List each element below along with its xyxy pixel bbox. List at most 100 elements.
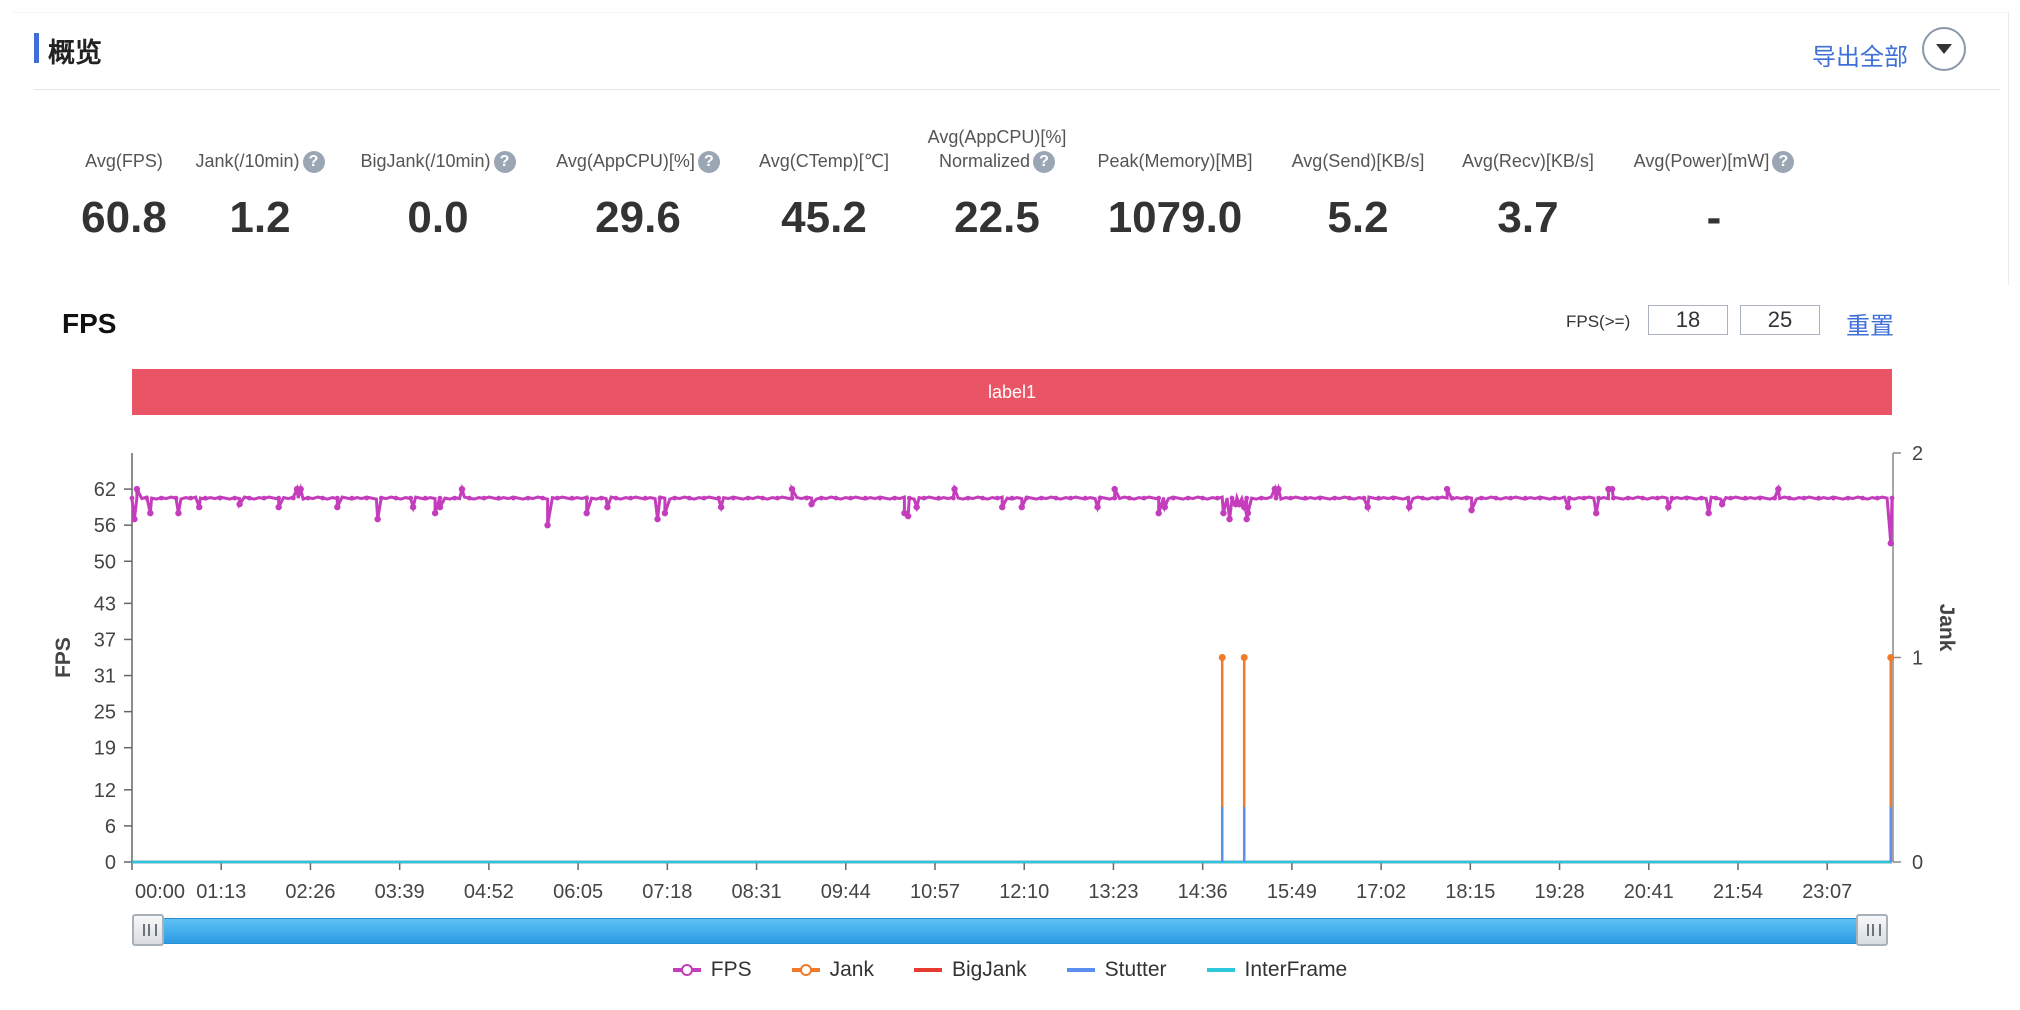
- metric-label: Avg(Power)[mW]: [1633, 151, 1770, 171]
- fps-point: [544, 521, 551, 529]
- zoom-slider-left-handle[interactable]: [132, 914, 164, 946]
- overview-panel: 概览 导出全部 Avg(FPS) 60.8 Jank(/10min)? 1.2 …: [12, 12, 2009, 285]
- fps-point: [1845, 495, 1851, 501]
- help-icon[interactable]: ?: [697, 151, 720, 173]
- fps-point: [1288, 495, 1294, 501]
- fps-point: [584, 495, 590, 501]
- y2-tick-label: 1: [1912, 648, 1923, 670]
- legend-swatch: [1206, 968, 1235, 972]
- fps-point: [1097, 495, 1103, 501]
- legend-swatch: [672, 964, 701, 976]
- legend-item-fps[interactable]: FPS: [672, 958, 752, 982]
- fps-point: [774, 495, 780, 501]
- legend-item-bigjank[interactable]: BigJank: [913, 958, 1027, 982]
- metric-avg-ctemp: Avg(CTemp)[℃] 45.2: [734, 123, 914, 243]
- x-tick-label: 14:36: [1178, 881, 1228, 903]
- fps-point: [1244, 495, 1250, 501]
- x-tick-label: 15:49: [1267, 881, 1317, 903]
- overview-title: 概览: [48, 38, 102, 68]
- legend-marker: [799, 964, 812, 976]
- fps-point: [1018, 503, 1025, 511]
- x-tick-label: 01:13: [196, 881, 246, 903]
- metric-bigjank: BigJank(/10min)? 0.0: [348, 123, 528, 243]
- legend-label: Jank: [829, 958, 874, 981]
- x-tick-label: 12:10: [999, 881, 1049, 903]
- y-tick-label: 56: [94, 515, 116, 537]
- fps-threshold-high-input[interactable]: [1740, 305, 1820, 335]
- fps-section-title: FPS: [62, 308, 117, 339]
- fps-point: [1094, 503, 1101, 511]
- fps-point: [1155, 509, 1162, 517]
- fps-point: [583, 509, 590, 517]
- metric-label: Avg(CTemp)[℃]: [759, 151, 889, 171]
- fps-point: [1185, 495, 1191, 501]
- fps-point: [175, 509, 182, 517]
- fps-point: [788, 485, 796, 493]
- fps-point: [334, 503, 341, 511]
- fps-point: [1468, 506, 1475, 514]
- fps-point: [965, 495, 971, 501]
- metric-label: Avg(Send)[KB/s]: [1291, 151, 1425, 171]
- fps-point: [877, 495, 883, 501]
- collapse-button[interactable]: [1922, 27, 1966, 71]
- fps-point: [1566, 495, 1572, 501]
- y2-tick-label: 0: [1912, 852, 1923, 874]
- help-icon[interactable]: ?: [1033, 151, 1056, 173]
- legend-label: FPS: [710, 958, 752, 981]
- y-tick-label: 12: [94, 780, 116, 802]
- fps-point: [904, 512, 912, 520]
- fps-point: [173, 495, 179, 501]
- metric-value: 29.6: [595, 193, 681, 242]
- fps-point: [1332, 495, 1338, 501]
- fps-point: [1830, 495, 1836, 501]
- fps-point: [409, 503, 417, 511]
- legend-swatch: [913, 968, 942, 972]
- legend-item-jank[interactable]: Jank: [791, 958, 874, 982]
- fps-point: [716, 495, 722, 501]
- metric-value: 1.2: [229, 193, 291, 242]
- fps-point: [1786, 495, 1792, 501]
- fps-threshold-low-input[interactable]: [1648, 305, 1728, 335]
- fps-point: [510, 495, 516, 501]
- help-icon[interactable]: ?: [1772, 151, 1795, 173]
- help-icon[interactable]: ?: [302, 151, 325, 173]
- fps-point: [569, 495, 575, 501]
- metric-label: Avg(Recv)[KB/s]: [1462, 151, 1594, 171]
- fps-chart[interactable]: 0612192531374350566201200:00 01:13 02:26 03…: [0, 430, 2020, 908]
- legend-item-stutter[interactable]: Stutter: [1066, 958, 1167, 982]
- fps-point: [431, 509, 439, 517]
- legend-item-interframe[interactable]: InterFrame: [1206, 958, 1347, 982]
- zoom-slider-right-handle[interactable]: [1856, 914, 1888, 946]
- fps-point: [1161, 503, 1168, 511]
- chevron-down-icon: [1936, 44, 1952, 54]
- metric-appcpu-normalized: Avg(AppCPU)[%] Normalized? 22.5: [907, 123, 1087, 243]
- fps-point: [349, 495, 355, 501]
- metric-label-line2: Normalized: [938, 150, 1031, 171]
- legend-swatch: [1066, 968, 1095, 972]
- fps-point: [133, 485, 141, 493]
- x-tick-label: 19:28: [1535, 881, 1585, 903]
- help-icon[interactable]: ?: [493, 151, 516, 173]
- label-band[interactable]: label1: [132, 369, 1892, 415]
- export-all-link[interactable]: 导出全部: [1812, 37, 1908, 72]
- fps-point: [613, 495, 619, 501]
- metric-value: 3.7: [1497, 193, 1559, 242]
- chart-legend: FPS Jank BigJank Stutter InterFrame: [0, 958, 2020, 982]
- fps-point: [1229, 495, 1235, 501]
- fps-point: [1346, 495, 1352, 501]
- legend-label: Stutter: [1104, 958, 1167, 981]
- fps-point: [745, 495, 751, 501]
- fps-point: [833, 495, 839, 501]
- fps-point: [789, 495, 795, 501]
- zoom-slider-track[interactable]: [146, 918, 1872, 944]
- legend-swatch: [791, 964, 820, 976]
- reset-button[interactable]: 重置: [1846, 306, 1894, 341]
- fps-point: [1009, 495, 1015, 501]
- fps-point: [1874, 495, 1880, 501]
- fps-point: [422, 495, 428, 501]
- fps-point: [320, 495, 326, 501]
- jank-point: [1240, 654, 1248, 661]
- fps-point: [1887, 540, 1894, 547]
- fps-point: [202, 495, 208, 501]
- fps-point: [1705, 509, 1712, 517]
